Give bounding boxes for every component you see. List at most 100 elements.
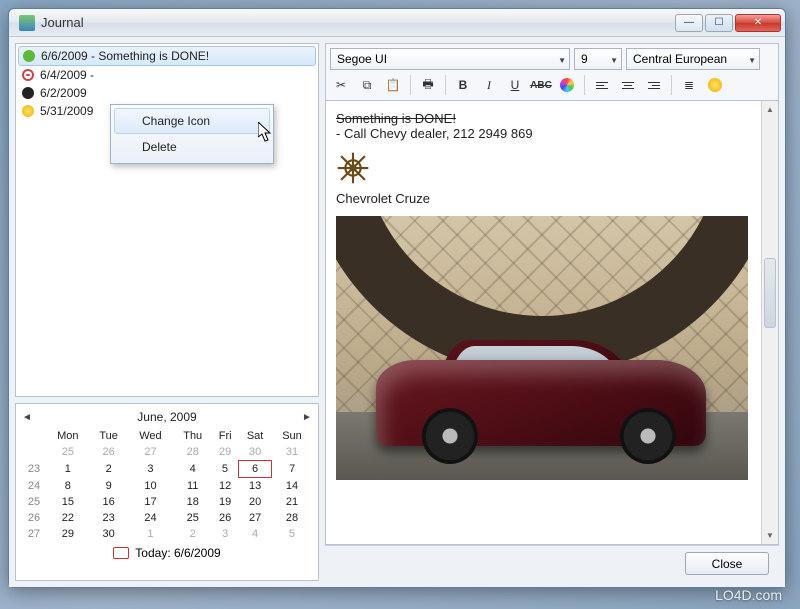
watermark: LO4D.com <box>715 587 782 603</box>
entry-text: 6/2/2009 <box>40 86 87 100</box>
cal-day[interactable]: 4 <box>173 461 212 478</box>
cal-day[interactable]: 14 <box>272 478 312 495</box>
cal-day[interactable]: 1 <box>128 526 174 542</box>
entry-text: 6/4/2009 - <box>40 68 94 82</box>
close-button[interactable]: Close <box>685 552 769 575</box>
cal-day[interactable]: 6 <box>238 461 272 478</box>
cut-button[interactable]: ✂ <box>330 74 352 96</box>
cal-day[interactable]: 1 <box>46 461 90 478</box>
cal-day[interactable]: 25 <box>46 444 90 461</box>
cal-day[interactable]: 26 <box>90 444 128 461</box>
scroll-down-button[interactable]: ▼ <box>762 527 778 544</box>
cal-day[interactable]: 5 <box>272 526 312 542</box>
cal-day[interactable]: 13 <box>238 478 272 495</box>
window-controls: ― ☐ ✕ <box>675 14 781 32</box>
smile-icon <box>708 78 722 92</box>
scroll-track[interactable] <box>762 118 778 527</box>
cal-day[interactable]: 29 <box>212 444 238 461</box>
editor-area[interactable]: Something is DONE! - Call Chevy dealer, … <box>325 100 779 545</box>
font-select[interactable]: Segoe UI▼ <box>330 48 570 70</box>
bullet-list-button[interactable]: ≣ <box>678 74 700 96</box>
cal-day[interactable]: 18 <box>173 494 212 510</box>
font-color-button[interactable] <box>556 74 578 96</box>
align-left-button[interactable] <box>591 74 613 96</box>
entries-list[interactable]: 6/6/2009 - Something is DONE! 6/4/2009 - 6… <box>15 43 319 397</box>
cal-day[interactable]: 10 <box>128 478 174 495</box>
cal-day[interactable]: 7 <box>272 461 312 478</box>
cal-day[interactable]: 12 <box>212 478 238 495</box>
cal-day[interactable]: 31 <box>272 444 312 461</box>
cal-day-header: Sun <box>272 428 312 444</box>
context-delete[interactable]: Delete <box>114 134 270 160</box>
cal-day[interactable]: 8 <box>46 478 90 495</box>
cal-day[interactable]: 24 <box>128 510 174 526</box>
strikethrough-button[interactable]: ABC <box>530 74 552 96</box>
cal-day-header: Fri <box>212 428 238 444</box>
scroll-up-button[interactable]: ▲ <box>762 101 778 118</box>
ship-wheel-icon <box>336 151 370 185</box>
cal-day[interactable]: 28 <box>173 444 212 461</box>
scroll-thumb[interactable] <box>764 258 776 328</box>
cal-day[interactable]: 15 <box>46 494 90 510</box>
cal-day[interactable]: 23 <box>90 510 128 526</box>
cal-day[interactable]: 26 <box>212 510 238 526</box>
align-center-button[interactable] <box>617 74 639 96</box>
cal-day[interactable]: 27 <box>128 444 174 461</box>
entry-row[interactable]: 6/6/2009 - Something is DONE! <box>18 46 316 66</box>
cal-day[interactable]: 30 <box>90 526 128 542</box>
cal-week-num: 23 <box>22 461 46 478</box>
cal-day[interactable]: 2 <box>173 526 212 542</box>
font-size-select[interactable]: 9▼ <box>574 48 622 70</box>
black-dot-icon <box>22 87 34 99</box>
vertical-scrollbar[interactable]: ▲ ▼ <box>761 101 778 544</box>
cal-day[interactable]: 20 <box>238 494 272 510</box>
editor-content[interactable]: Something is DONE! - Call Chevy dealer, … <box>326 101 778 490</box>
cal-day[interactable]: 16 <box>90 494 128 510</box>
entry-row[interactable]: 6/4/2009 - <box>18 66 316 84</box>
insert-emoji-button[interactable] <box>704 74 726 96</box>
copy-button[interactable]: ⧉ <box>356 74 378 96</box>
cal-next-month[interactable]: ► <box>302 412 312 423</box>
cal-day[interactable]: 17 <box>128 494 174 510</box>
cal-week-num: 26 <box>22 510 46 526</box>
cal-day[interactable]: 2 <box>90 461 128 478</box>
cal-day[interactable]: 30 <box>238 444 272 461</box>
minimize-button[interactable]: ― <box>675 14 703 32</box>
window-close-button[interactable]: ✕ <box>735 14 781 32</box>
printer-icon: 🖶 <box>422 75 433 96</box>
maximize-button[interactable]: ☐ <box>705 14 733 32</box>
cal-day[interactable]: 25 <box>173 510 212 526</box>
palette-icon <box>560 78 574 92</box>
cal-day[interactable]: 9 <box>90 478 128 495</box>
cal-day[interactable]: 22 <box>46 510 90 526</box>
window-title: Journal <box>41 15 675 30</box>
cal-day[interactable]: 19 <box>212 494 238 510</box>
underline-button[interactable]: U <box>504 74 526 96</box>
cal-day[interactable]: 4 <box>238 526 272 542</box>
charset-select[interactable]: Central European▼ <box>626 48 760 70</box>
cal-prev-month[interactable]: ◄ <box>22 412 32 423</box>
paste-button[interactable]: 📋 <box>382 74 404 96</box>
bold-button[interactable]: B <box>452 74 474 96</box>
cal-day[interactable]: 3 <box>128 461 174 478</box>
cal-day[interactable]: 28 <box>272 510 312 526</box>
cal-day[interactable]: 3 <box>212 526 238 542</box>
red-ring-icon <box>22 69 34 81</box>
titlebar[interactable]: Journal ― ☐ ✕ <box>9 9 785 37</box>
entry-row[interactable]: 6/2/2009 <box>18 84 316 102</box>
print-button[interactable]: 🖶 <box>417 74 439 96</box>
calendar-today[interactable]: Today: 6/6/2009 <box>22 546 312 560</box>
context-change-icon[interactable]: Change Icon <box>114 108 270 134</box>
today-marker-icon <box>113 547 129 559</box>
cal-day[interactable]: 5 <box>212 461 238 478</box>
cal-day[interactable]: 29 <box>46 526 90 542</box>
cal-day-header: Sat <box>238 428 272 444</box>
cal-day[interactable]: 21 <box>272 494 312 510</box>
align-right-button[interactable] <box>643 74 665 96</box>
italic-button[interactable]: I <box>478 74 500 96</box>
cal-day[interactable]: 11 <box>173 478 212 495</box>
cursor-icon <box>258 122 274 142</box>
entry-text: 6/6/2009 - Something is DONE! <box>41 49 209 63</box>
cal-day[interactable]: 27 <box>238 510 272 526</box>
smile-icon <box>22 105 34 117</box>
